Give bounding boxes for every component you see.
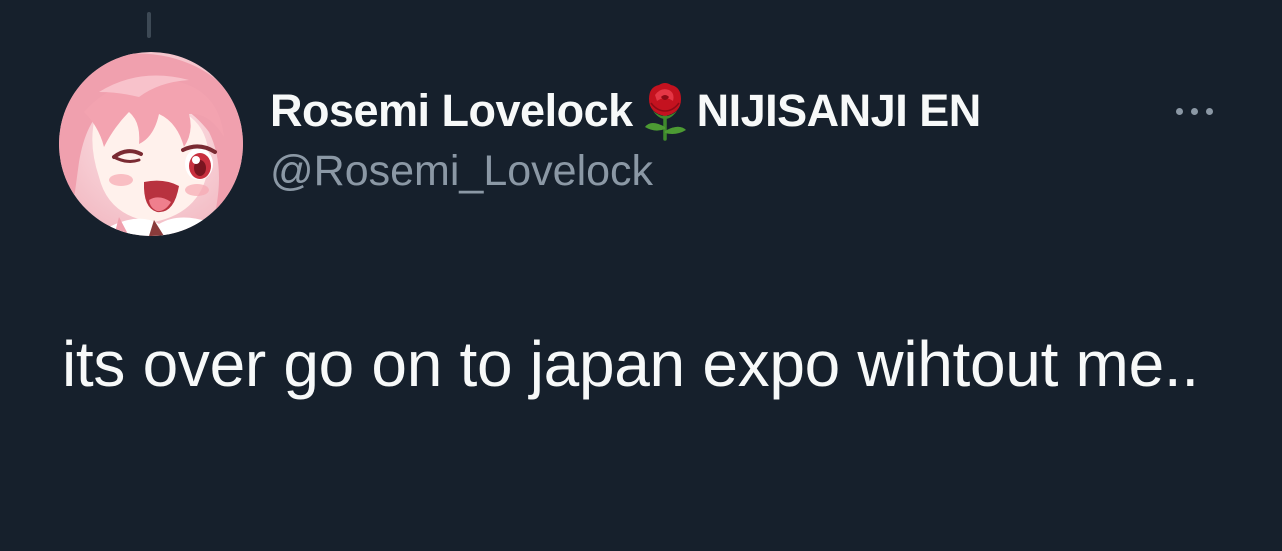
avatar-illustration <box>59 52 243 236</box>
more-dot <box>1191 108 1198 115</box>
author-affiliation[interactable]: NIJISANJI EN <box>697 82 982 140</box>
avatar[interactable] <box>59 52 243 236</box>
tweet-text: its over go on to japan expo wihtout me.… <box>62 328 1199 400</box>
more-horizontal-icon[interactable] <box>1168 93 1222 129</box>
more-dot <box>1206 108 1213 115</box>
more-dot <box>1176 108 1183 115</box>
author-handle[interactable]: @Rosemi_Lovelock <box>270 142 1282 200</box>
author-display-name[interactable]: Rosemi Lovelock <box>270 82 633 140</box>
author-name-row[interactable]: Rosemi Lovelock NIJISANJI EN <box>270 81 1282 141</box>
tweet-header: Rosemi Lovelock NIJISANJI EN @Rosemi_Lov… <box>270 82 1282 200</box>
thread-connector-line <box>147 12 151 38</box>
rose-icon <box>635 81 695 141</box>
